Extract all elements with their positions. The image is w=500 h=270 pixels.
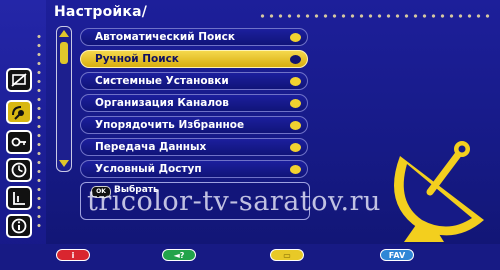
info-icon[interactable] xyxy=(6,214,32,238)
satellite-dish-icon xyxy=(394,141,484,242)
bullet-icon xyxy=(290,33,301,42)
menu-item-channel-organization[interactable]: Организация Каналов xyxy=(80,94,308,112)
bullet-icon xyxy=(290,165,301,174)
bullet-icon xyxy=(290,99,301,108)
scroll-down-icon[interactable] xyxy=(58,159,70,168)
menu-item-conditional-access[interactable]: Условный Доступ xyxy=(80,160,308,178)
menu-item-label: Организация Каналов xyxy=(95,97,229,109)
page-title: Настройка/ xyxy=(54,4,148,20)
menu-item-label: Автоматический Поиск xyxy=(95,31,235,43)
settings-screen: Настройка/ Автоматический Поиск Ручной П… xyxy=(0,0,500,270)
bullet-icon xyxy=(290,55,301,64)
fav-key[interactable]: FAV xyxy=(380,249,414,261)
menu-item-manual-search[interactable]: Ручной Поиск xyxy=(80,50,308,68)
info-key[interactable]: i xyxy=(56,249,90,261)
decorative-dots-top xyxy=(258,13,493,19)
watermark-text: tricolor-tv-saratov.ru xyxy=(87,186,381,217)
decorative-dots-left xyxy=(36,32,42,232)
menu-item-label: Передача Данных xyxy=(95,141,207,153)
menu-item-sort-favorites[interactable]: Упорядочить Избранное xyxy=(80,116,308,134)
menu-scrollbar[interactable] xyxy=(56,26,72,172)
menu-item-auto-search[interactable]: Автоматический Поиск xyxy=(80,28,308,46)
satellite-settings-icon[interactable] xyxy=(6,100,32,124)
tv-crossed-icon[interactable] xyxy=(6,68,32,92)
menu-item-label: Упорядочить Избранное xyxy=(95,119,245,131)
chart-icon[interactable] xyxy=(6,186,32,210)
scroll-up-icon[interactable] xyxy=(58,29,70,38)
bullet-icon xyxy=(290,143,301,152)
menu-item-label: Условный Доступ xyxy=(95,163,202,175)
clock-icon[interactable] xyxy=(6,158,32,182)
menu-item-data-transfer[interactable]: Передача Данных xyxy=(80,138,308,156)
key-icon[interactable] xyxy=(6,130,32,154)
bullet-icon xyxy=(290,77,301,86)
menu-item-label: Ручной Поиск xyxy=(95,53,179,65)
scroll-thumb[interactable] xyxy=(60,42,68,64)
menu-item-system-settings[interactable]: Системные Установки xyxy=(80,72,308,90)
menu-item-label: Системные Установки xyxy=(95,75,229,87)
yellow-key[interactable]: ▭ xyxy=(270,249,304,261)
bullet-icon xyxy=(290,121,301,130)
help-key[interactable]: ◄? xyxy=(162,249,196,261)
